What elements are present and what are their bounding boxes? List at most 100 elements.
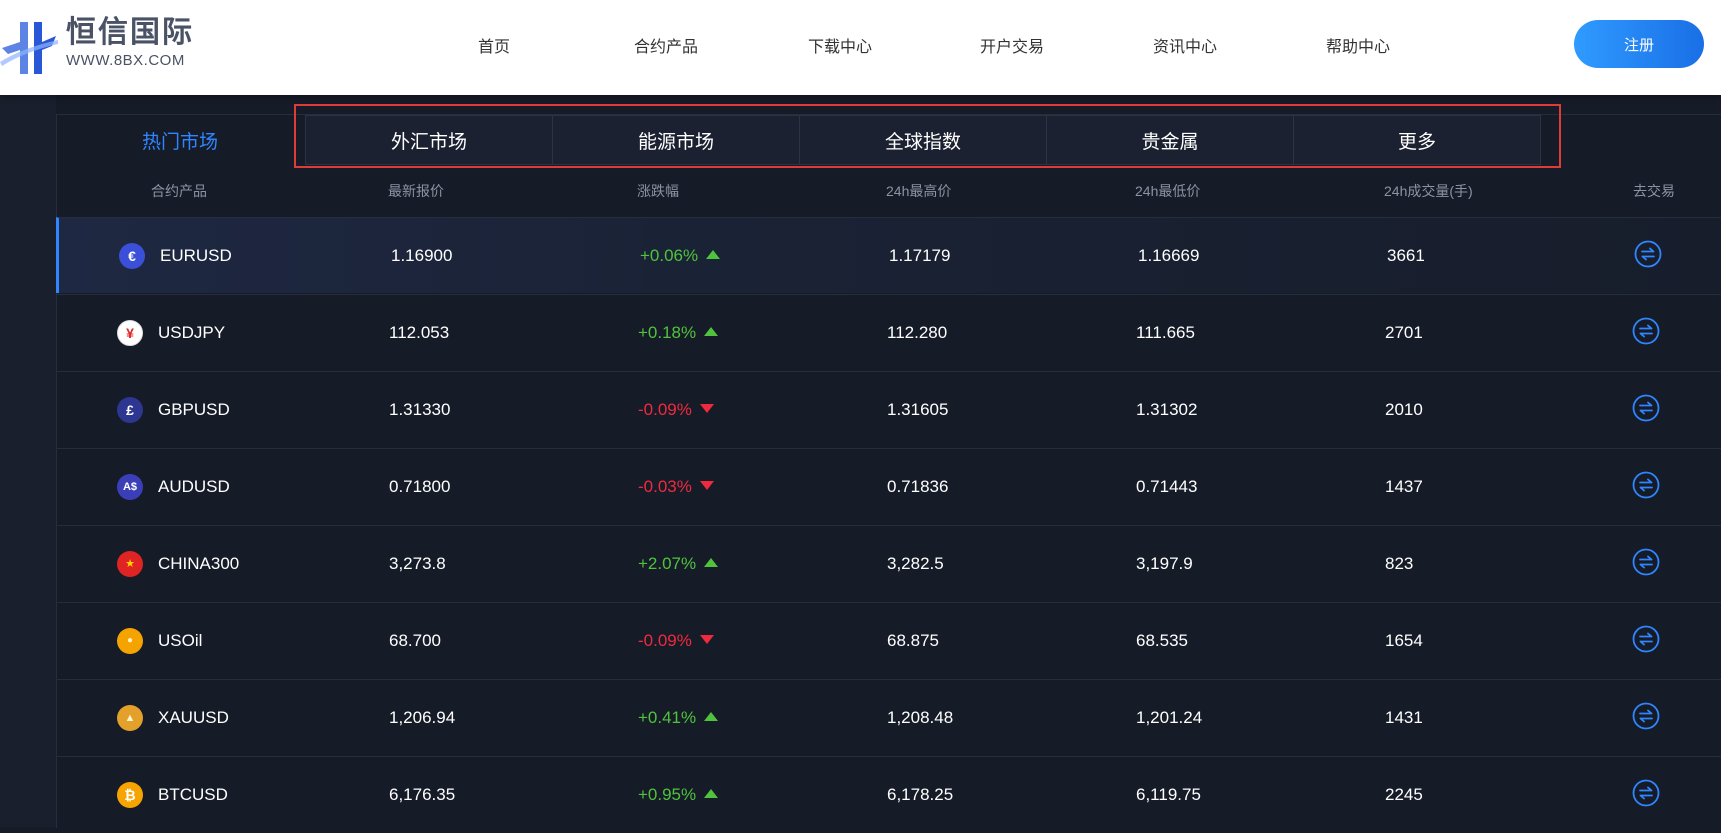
- tab-hot-market[interactable]: 热门市场: [57, 115, 303, 165]
- high-cell: 112.280: [887, 295, 947, 371]
- volume-cell: 1437: [1385, 449, 1423, 525]
- high-cell-text: 1.17179: [889, 246, 951, 265]
- tabs-highlight-box: [294, 104, 1561, 168]
- register-button[interactable]: 注册: [1574, 20, 1704, 68]
- change-cell: +0.41%: [638, 680, 719, 756]
- arrow-down-icon: [699, 481, 714, 490]
- logo[interactable]: 恒信国际 WWW.8BX.COM: [0, 14, 200, 74]
- trade-swap-icon[interactable]: [1632, 702, 1660, 730]
- volume-cell-text: 2701: [1385, 323, 1423, 342]
- brand-name: 恒信国际: [66, 16, 194, 49]
- table-row[interactable]: A$ AUDUSD 0.71800 -0.03% 0.71836 0.71443 1437: [57, 448, 1721, 524]
- change-cell: -0.03%: [638, 449, 714, 525]
- nav-item-help[interactable]: 帮助中心: [1326, 33, 1390, 57]
- change-cell: +0.95%: [638, 757, 719, 833]
- low-cell-text: 1,201.24: [1136, 708, 1203, 727]
- symbol-cell: EURUSD: [160, 218, 232, 294]
- symbol-cell-text: GBPUSD: [158, 400, 230, 419]
- low-cell-text: 0.71443: [1136, 477, 1198, 496]
- change-cell-text: +0.06%: [640, 246, 699, 265]
- table-row[interactable]: ▲ XAUUSD 1,206.94 +0.41% 1,208.48 1,201.24 143…: [57, 679, 1721, 755]
- volume-cell: 1654: [1385, 603, 1423, 679]
- table-row[interactable]: ★ CHINA300 3,273.8 +2.07% 3,282.5 3,197.9 823: [57, 525, 1721, 601]
- change-cell-text: +0.41%: [638, 708, 697, 727]
- low-cell: 3,197.9: [1136, 526, 1193, 602]
- site-header: 恒信国际 WWW.8BX.COM 首页 合约产品 下载中心 开户交易 资讯中心 …: [0, 0, 1721, 95]
- arrow-up-icon: [704, 558, 719, 567]
- high-cell-text: 1.31605: [887, 400, 949, 419]
- trade-swap-icon[interactable]: [1632, 625, 1660, 653]
- trade-swap-icon[interactable]: [1632, 779, 1660, 807]
- trade-swap-icon[interactable]: [1632, 394, 1660, 422]
- symbol-cell-text: CHINA300: [158, 554, 240, 573]
- table-row[interactable]: ¥ USDJPY 112.053 +0.18% 112.280 111.665 2701: [57, 294, 1721, 370]
- low-cell-text: 3,197.9: [1136, 554, 1193, 573]
- symbol-cell: AUDUSD: [158, 449, 230, 525]
- price-cell-text: 3,273.8: [389, 554, 446, 573]
- nav-item-open-account[interactable]: 开户交易: [980, 33, 1044, 57]
- low-cell: 111.665: [1136, 295, 1195, 371]
- nav-item-download[interactable]: 下载中心: [808, 33, 872, 57]
- yen-icon: ¥: [117, 320, 143, 346]
- gold-bars-icon: ▲: [117, 705, 143, 731]
- arrow-up-icon: [706, 250, 721, 259]
- low-cell: 1.16669: [1138, 218, 1199, 294]
- pound-icon: £: [117, 397, 143, 423]
- symbol-cell-text: BTCUSD: [158, 785, 228, 804]
- price-cell: 112.053: [389, 295, 449, 371]
- col-head-price: 最新报价: [388, 183, 444, 199]
- nav-item-products[interactable]: 合约产品: [634, 33, 698, 57]
- table-row[interactable]: ● USOil 68.700 -0.09% 68.875 68.535 1654: [57, 602, 1721, 678]
- volume-cell-text: 1654: [1385, 631, 1423, 650]
- high-cell: 1.17179: [889, 218, 950, 294]
- price-cell-text: 1.31330: [389, 400, 451, 419]
- high-cell: 6,178.25: [887, 757, 953, 833]
- high-cell: 3,282.5: [887, 526, 944, 602]
- change-cell: +0.18%: [638, 295, 719, 371]
- change-cell: +2.07%: [638, 526, 719, 602]
- volume-cell-text: 2245: [1385, 785, 1423, 804]
- arrow-down-icon: [699, 404, 714, 413]
- volume-cell: 1431: [1385, 680, 1423, 756]
- symbol-cell: BTCUSD: [158, 757, 228, 833]
- aud-icon: A$: [117, 474, 143, 500]
- symbol-cell: USDJPY: [158, 295, 225, 371]
- table-row[interactable]: € EURUSD 1.16900 +0.06% 1.17179 1.16669 3661: [56, 217, 1721, 293]
- trade-swap-icon[interactable]: [1632, 548, 1660, 576]
- change-cell-text: +0.18%: [638, 323, 697, 342]
- high-cell-text: 112.280: [887, 323, 948, 342]
- volume-cell-text: 1431: [1385, 708, 1423, 727]
- price-cell: 3,273.8: [389, 526, 446, 602]
- nav-item-home[interactable]: 首页: [478, 33, 510, 57]
- price-cell: 1,206.94: [389, 680, 455, 756]
- change-cell-text: -0.09%: [638, 400, 692, 419]
- euro-icon: €: [119, 243, 145, 269]
- low-cell: 1,201.24: [1136, 680, 1202, 756]
- table-row[interactable]: £ GBPUSD 1.31330 -0.09% 1.31605 1.31302 2010: [57, 371, 1721, 447]
- brand-url: WWW.8BX.COM: [66, 52, 185, 69]
- high-cell-text: 68.875: [887, 631, 939, 650]
- trade-swap-icon[interactable]: [1632, 317, 1660, 345]
- change-cell-text: -0.09%: [638, 631, 692, 650]
- table-row[interactable]: ₿ BTCUSD 6,176.35 +0.95% 6,178.25 6,119.75 224…: [57, 756, 1721, 832]
- low-cell: 68.535: [1136, 603, 1188, 679]
- market-panel: 热门市场 外汇市场 能源市场 全球指数 贵金属 更多 合约产品 最新报价 涨跌幅…: [56, 114, 1721, 828]
- symbol-cell-text: USOil: [158, 631, 203, 650]
- trade-swap-icon[interactable]: [1632, 471, 1660, 499]
- price-cell-text: 6,176.35: [389, 785, 456, 804]
- symbol-cell-text: EURUSD: [160, 246, 232, 265]
- price-cell: 6,176.35: [389, 757, 455, 833]
- col-head-low: 24h最低价: [1135, 183, 1201, 199]
- col-head-change: 涨跌幅: [637, 183, 679, 199]
- trade-swap-icon[interactable]: [1634, 240, 1662, 268]
- volume-cell: 2245: [1385, 757, 1423, 833]
- price-cell-text: 1.16900: [391, 246, 453, 265]
- col-head-trade: 去交易: [1633, 183, 1675, 199]
- low-cell-text: 1.31302: [1136, 400, 1198, 419]
- volume-cell: 823: [1385, 526, 1413, 602]
- nav-item-news[interactable]: 资讯中心: [1153, 33, 1217, 57]
- col-head-volume: 24h成交量(手): [1384, 183, 1473, 199]
- low-cell-text: 68.535: [1136, 631, 1188, 650]
- col-head-product: 合约产品: [151, 183, 207, 199]
- low-cell: 6,119.75: [1136, 757, 1201, 833]
